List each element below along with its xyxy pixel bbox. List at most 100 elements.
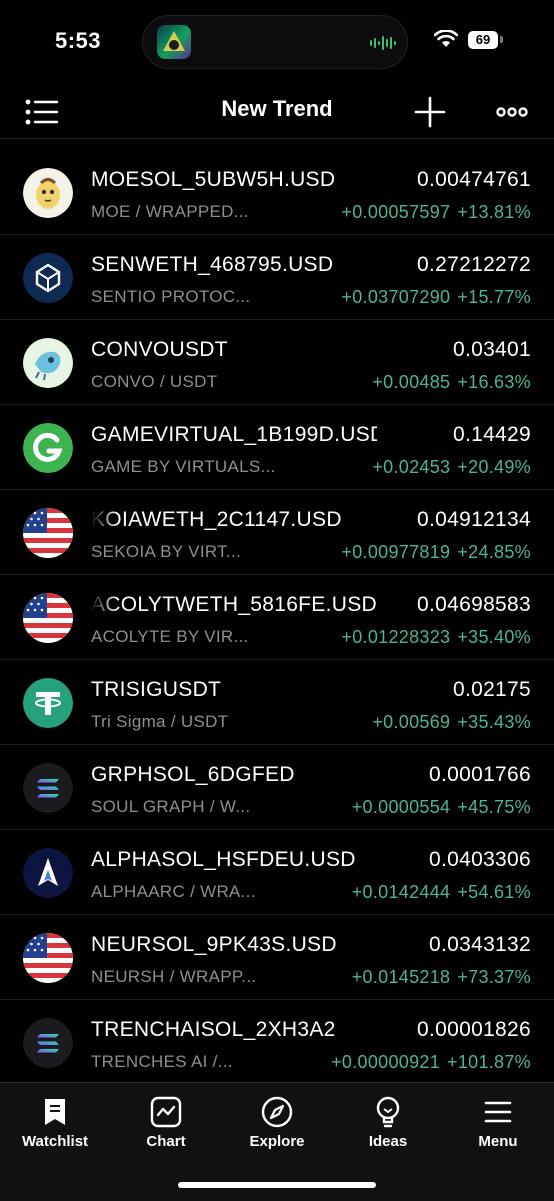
battery-cap	[500, 36, 503, 43]
last-price: 0.04698583	[417, 593, 531, 616]
sentio-logo	[23, 253, 73, 303]
change-value: +0.0145218	[351, 967, 451, 987]
price-change: +0.0145218 +73.37%	[345, 967, 531, 988]
symbol-name: ALPHASOL_HSFDEU.USD	[91, 848, 356, 871]
tab-watchlist[interactable]: Watchlist	[0, 1095, 110, 1150]
audio-wave-icon	[370, 36, 396, 50]
change-value: +0.00000921	[331, 1052, 441, 1072]
price-change: +0.02453 +20.49%	[365, 457, 531, 478]
alphaarc-logo	[23, 848, 73, 898]
symbol-name: ACOLYTWETH_5816FE.USD	[91, 593, 377, 616]
price-change: +0.00977819 +24.85%	[334, 542, 531, 563]
change-percent: +15.77%	[457, 287, 531, 307]
list-item[interactable]: GRPHSOL_6DGFED SOUL GRAPH / W... 0.00017…	[0, 745, 554, 830]
change-value: +0.02453	[372, 457, 451, 477]
change-percent: +35.43%	[457, 712, 531, 732]
tab-label: Ideas	[368, 1133, 408, 1150]
page-title: New Trend	[221, 96, 333, 121]
wifi-icon	[434, 30, 458, 47]
solana-logo	[23, 1018, 73, 1068]
tab-label: Watchlist	[21, 1133, 89, 1150]
symbol-name: TRENCHAISOL_2XH3A2	[91, 1018, 336, 1041]
change-value: +0.01228323	[341, 627, 451, 647]
list-item[interactable]: TRISIGUSDT Tri Sigma / USDT 0.02175 +0.0…	[0, 660, 554, 745]
price-change: +0.00569 +35.43%	[365, 712, 531, 733]
symbol-name: TRISIGUSDT	[91, 678, 222, 701]
price-change: +0.00485 +16.63%	[365, 372, 531, 393]
tab-ideas[interactable]: Ideas	[333, 1095, 443, 1150]
change-percent: +13.81%	[457, 202, 531, 222]
last-price: 0.00001826	[417, 1018, 531, 1041]
symbol-description: GAME BY VIRTUALS...	[91, 457, 276, 476]
change-value: +0.00057597	[341, 202, 451, 222]
change-percent: +16.63%	[457, 372, 531, 392]
hamburger-icon	[484, 1101, 512, 1123]
list-item[interactable]: KOIAWETH_2C1147.USD SEKOIA BY VIRT... 0.…	[0, 490, 554, 575]
plus-icon	[414, 96, 446, 128]
more-options-button[interactable]	[490, 90, 534, 134]
price-change: +0.00057597 +13.81%	[334, 202, 531, 223]
tab-explore[interactable]: Explore	[222, 1095, 332, 1150]
change-percent: +20.49%	[457, 457, 531, 477]
change-percent: +73.37%	[457, 967, 531, 987]
bookmark-icon	[45, 1099, 65, 1125]
last-price: 0.02175	[452, 678, 531, 701]
app-header: New Trend	[0, 84, 554, 139]
us-flag-icon	[23, 593, 73, 643]
status-time: 5:53	[55, 28, 102, 53]
tab-menu[interactable]: Menu	[443, 1095, 553, 1150]
compass-icon	[261, 1096, 293, 1128]
list-item[interactable]: TRENCHAISOL_2XH3A2 TRENCHES AI /... 0.00…	[0, 1000, 554, 1084]
price-change: +0.0142444 +54.61%	[345, 882, 531, 903]
list-item[interactable]: MOESOL_5UBW5H.USD MOE / WRAPPED... 0.004…	[0, 150, 554, 235]
last-price: 0.0403306	[429, 848, 531, 871]
battery-indicator: 69	[468, 31, 498, 49]
list-item[interactable]: ALPHASOL_HSFDEU.USD ALPHAARC / WRA... 0.…	[0, 830, 554, 915]
symbol-name: GRPHSOL_6DGFED	[91, 763, 295, 786]
list-item[interactable]: GAMEVIRTUAL_1B199D.USD GAME BY VIRTUALS.…	[0, 405, 554, 490]
dynamic-island[interactable]	[142, 15, 408, 69]
symbol-name: KOIAWETH_2C1147.USD	[91, 508, 342, 531]
convo-logo	[23, 338, 73, 388]
us-flag-icon	[23, 933, 73, 983]
change-percent: +24.85%	[457, 542, 531, 562]
symbol-description: NEURSH / WRAPP...	[91, 967, 257, 986]
change-value: +0.00569	[372, 712, 451, 732]
change-value: +0.0000554	[351, 797, 451, 817]
symbol-name: MOESOL_5UBW5H.USD	[91, 168, 336, 191]
last-price: 0.14429	[452, 423, 531, 446]
change-percent: +101.87%	[447, 1052, 531, 1072]
change-value: +0.00977819	[341, 542, 451, 562]
change-value: +0.00485	[372, 372, 451, 392]
lightbulb-icon	[376, 1096, 400, 1128]
last-price: 0.0343132	[429, 933, 531, 956]
price-change: +0.0000554 +45.75%	[345, 797, 531, 818]
home-indicator[interactable]	[178, 1182, 376, 1188]
price-change: +0.03707290 +15.77%	[334, 287, 531, 308]
change-percent: +45.75%	[457, 797, 531, 817]
symbol-name: NEURSOL_9PK43S.USD	[91, 933, 337, 956]
symbol-name: SENWETH_468795.USD	[91, 253, 334, 276]
tab-label: Menu	[478, 1133, 518, 1150]
symbol-description: SEKOIA BY VIRT...	[91, 542, 241, 561]
list-item[interactable]: SENWETH_468795.USD SENTIO PROTOC... 0.27…	[0, 235, 554, 320]
tether-logo	[23, 678, 73, 728]
price-change: +0.00000921 +101.87%	[324, 1052, 531, 1073]
symbol-list: MOESOL_5UBW5H.USD MOE / WRAPPED... 0.004…	[0, 150, 554, 1084]
last-price: 0.27212272	[417, 253, 531, 276]
list-item[interactable]: ACOLYTWETH_5816FE.USD ACOLYTE BY VIR... …	[0, 575, 554, 660]
symbol-name: CONVOUSDT	[91, 338, 228, 361]
list-item[interactable]: NEURSOL_9PK43S.USD NEURSH / WRAPP... 0.0…	[0, 915, 554, 1000]
symbol-name: GAMEVIRTUAL_1B199D.USD	[91, 423, 377, 446]
list-item[interactable]: CONVOUSDT CONVO / USDT 0.03401 +0.00485 +…	[0, 320, 554, 405]
symbol-description: SOUL GRAPH / W...	[91, 797, 251, 816]
symbol-description: TRENCHES AI /...	[91, 1052, 233, 1071]
chart-icon	[150, 1096, 182, 1128]
more-icon	[496, 107, 528, 117]
game-logo	[23, 423, 73, 473]
last-price: 0.03401	[452, 338, 531, 361]
us-flag-icon	[23, 508, 73, 558]
add-symbol-button[interactable]	[408, 90, 452, 134]
moe-logo	[23, 168, 73, 218]
tab-chart[interactable]: Chart	[111, 1095, 221, 1150]
